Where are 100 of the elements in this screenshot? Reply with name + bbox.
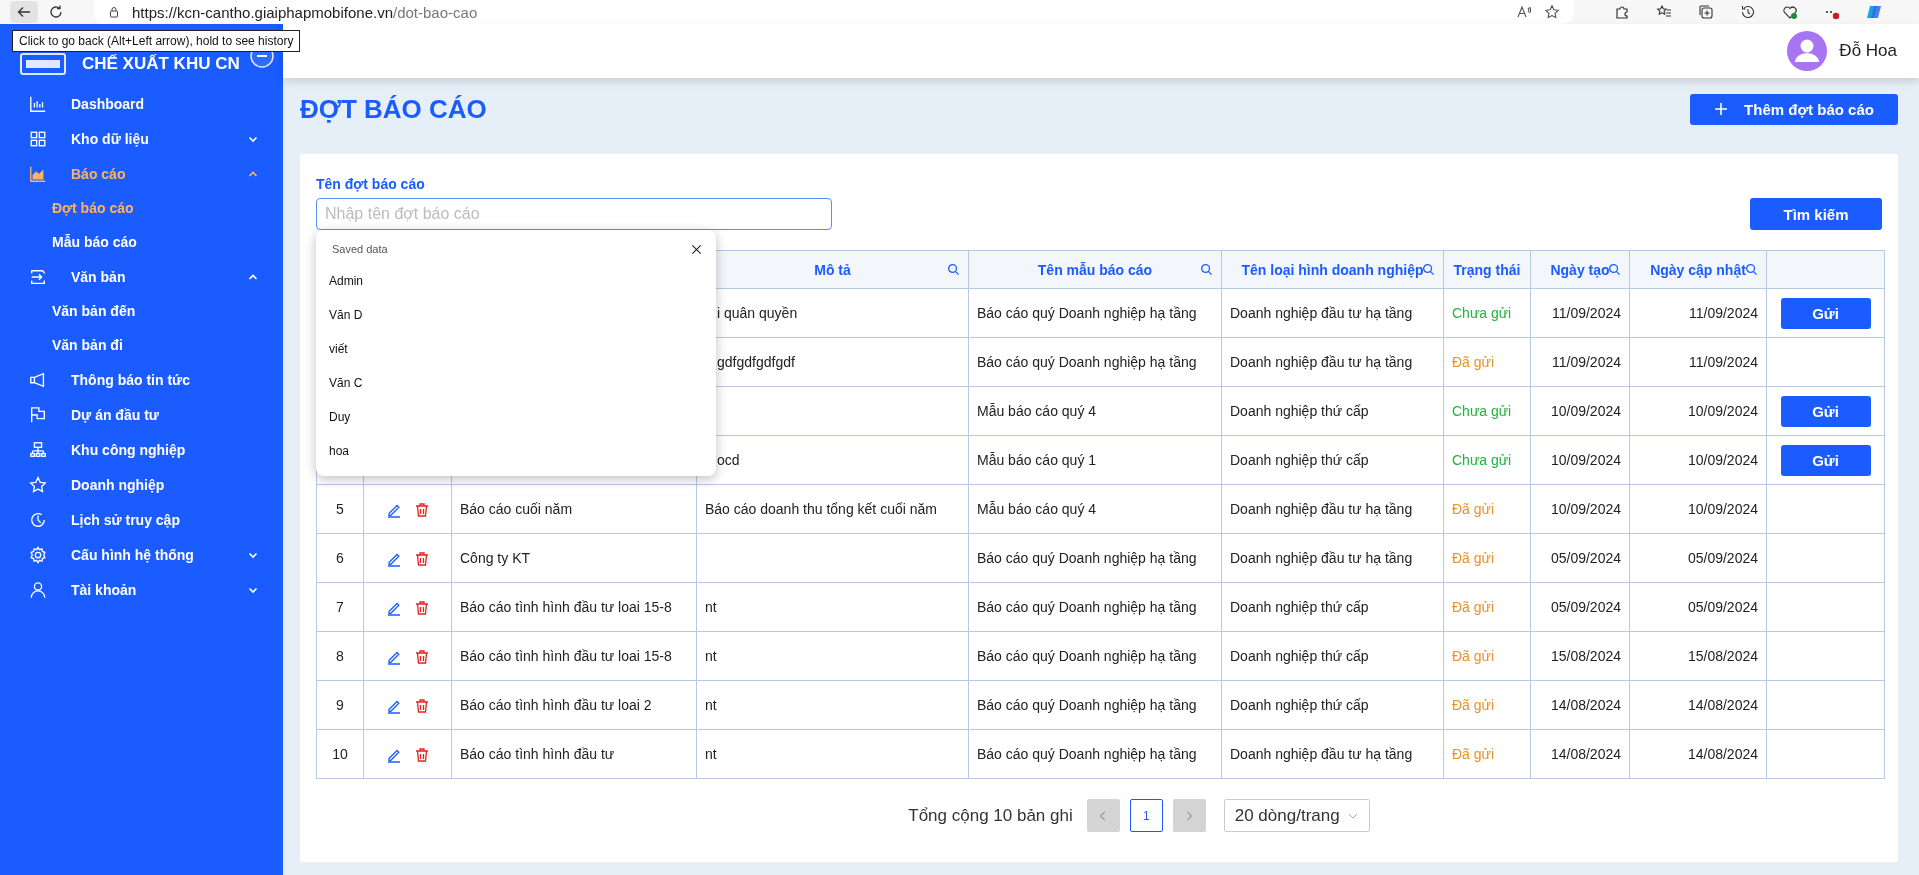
status-cell: Chưa gửi — [1443, 288, 1531, 338]
send-button[interactable]: Gửi — [1780, 395, 1871, 427]
table-cell: 05/09/2024 — [1530, 533, 1630, 583]
sidebar-item[interactable]: Dự án đầu tư — [0, 397, 283, 432]
field-label: Tên đợt báo cáo — [316, 176, 426, 192]
table-cell: Doanh nghiệp đầu tư hạ tầng — [1221, 533, 1444, 583]
table-cell: 7 — [316, 582, 364, 632]
table-cell: 10/09/2024 — [1530, 484, 1630, 534]
sidebar-item[interactable]: Cấu hình hệ thống — [0, 537, 283, 572]
table-cell: nt — [696, 729, 969, 779]
table-cell: 11/09/2024 — [1530, 288, 1630, 338]
puzzle-icon[interactable] — [1614, 4, 1630, 20]
table-cell: Báo cáo quý Doanh nghiệp hạ tầng — [968, 337, 1222, 387]
sidebar-item[interactable]: Khu công nghiệp — [0, 432, 283, 467]
tooltip: Click to go back (Alt+Left arrow), hold to see history — [12, 30, 301, 52]
sidebar-item[interactable]: Dashboard — [0, 86, 283, 121]
area-chart-icon — [29, 164, 47, 183]
status-cell: Đã gửi — [1443, 680, 1531, 730]
sidebar-subitem[interactable]: Đợt báo cáo — [0, 191, 283, 225]
table-cell: Doanh nghiệp thứ cấp — [1221, 631, 1444, 681]
search-icon[interactable] — [1422, 263, 1435, 276]
delete-icon[interactable] — [413, 648, 430, 665]
table-cell: Doanh nghiệp đầu tư hạ tầng — [1221, 337, 1444, 387]
add-button[interactable]: Thêm đợt báo cáo — [1690, 93, 1898, 125]
search-button[interactable]: Tìm kiếm — [1750, 198, 1882, 230]
search-icon[interactable] — [947, 263, 960, 276]
table-cell: Doanh nghiệp đầu tư hạ tầng — [1221, 729, 1444, 779]
table-cell: Báo cáo quý Doanh nghiệp hạ tầng — [968, 288, 1222, 338]
table-cell: 15/08/2024 — [1530, 631, 1630, 681]
sidebar-subitem[interactable]: Mẫu báo cáo — [0, 225, 283, 259]
back-icon[interactable] — [10, 1, 38, 23]
input-field[interactable]: Nhập tên đợt báo cáo — [316, 198, 832, 230]
sidebar-item[interactable]: Tài khoản — [0, 572, 283, 607]
sidebar-item[interactable]: Kho dữ liệu — [0, 121, 283, 156]
sidebar-subitem[interactable]: Văn bản đi — [0, 328, 283, 362]
table-cell: 5 — [316, 484, 364, 534]
table-cell: 6 — [316, 533, 364, 583]
search-icon[interactable] — [1608, 263, 1621, 276]
column-header: Trạng thái — [1443, 250, 1531, 289]
delete-icon[interactable] — [413, 697, 430, 714]
table-cell: Báo cáo cuối năm — [451, 484, 697, 534]
column-header: Tên loại hình doanh nghiệp — [1221, 250, 1444, 289]
table-cell: Doanh nghiệp thứ cấp — [1221, 386, 1444, 436]
close-icon[interactable] — [691, 243, 702, 255]
table-cell: 05/09/2024 — [1629, 533, 1767, 583]
page-size-select[interactable]: 20 dòng/trang — [1223, 799, 1370, 832]
table-cell: Mẫu báo cáo quý 4 — [968, 484, 1222, 534]
favorites-icon[interactable] — [1656, 4, 1672, 20]
table-cell: 14/08/2024 — [1629, 729, 1767, 779]
table-cell: 9 — [316, 680, 364, 730]
table-cell: 10/09/2024 — [1629, 386, 1767, 436]
read-aloud-icon[interactable] — [1516, 4, 1532, 20]
reload-icon[interactable] — [48, 4, 64, 20]
table-cell: 11/09/2024 — [1629, 288, 1767, 338]
sidebar-item[interactable]: Báo cáo — [0, 156, 283, 191]
sidebar-item[interactable]: Thông báo tin tức — [0, 362, 283, 397]
address-field[interactable]: https://kcn-cantho.giaiphapmobifone.vn/dot-bao-cao — [94, 0, 1574, 24]
table-cell: nt — [696, 680, 969, 730]
plus-icon — [1714, 102, 1729, 116]
heart-pulse-icon[interactable] — [1782, 4, 1798, 20]
menu-title: Saved data — [332, 243, 388, 255]
status-cell: Đã gửi — [1443, 484, 1531, 534]
history-icon[interactable] — [1740, 4, 1756, 20]
table-cell: Báo cáo quý Doanh nghiệp hạ tầng — [968, 533, 1222, 583]
table-cell: Báo cáo tình hình đầu tư loai 15-8 — [451, 582, 697, 632]
status-cell: Chưa gửi — [1443, 435, 1531, 485]
table-cell: Báo cáo quý Doanh nghiệp hạ tầng — [968, 729, 1222, 779]
delete-icon[interactable] — [413, 746, 430, 763]
sidebar-item[interactable]: Lịch sử truy cập — [0, 502, 283, 537]
table-cell: 11/09/2024 — [1629, 337, 1767, 387]
sidebar-item[interactable]: Văn bản — [0, 259, 283, 294]
table-cell: 10/09/2024 — [1629, 484, 1767, 534]
copilot-icon[interactable] — [1866, 4, 1882, 20]
collections-icon[interactable] — [1698, 4, 1714, 20]
table-cell: Doanh nghiệp đầu tư hạ tầng — [1221, 288, 1444, 338]
menu-item[interactable]: Duy — [316, 400, 716, 434]
send-button[interactable]: Gửi — [1780, 444, 1871, 476]
sidebar-subitem[interactable]: Văn bản đến — [0, 294, 283, 328]
url-text: https://kcn-cantho.giaiphapmobifone.vn/dot-bao-cao — [132, 3, 478, 21]
table-cell: Báo cáo tình hình đầu tư — [451, 729, 697, 779]
table-cell: 14/08/2024 — [1530, 680, 1630, 730]
user-name[interactable]: Đỗ Hoa — [1839, 41, 1897, 61]
star-icon[interactable] — [1544, 4, 1560, 20]
search-icon[interactable] — [1745, 263, 1758, 276]
table-cell: Báo cáo quý Doanh nghiệp hạ tầng — [968, 680, 1222, 730]
search-icon[interactable] — [1200, 263, 1213, 276]
avatar-icon[interactable] — [1787, 31, 1828, 71]
send-button[interactable]: Gửi — [1780, 297, 1871, 329]
page-button[interactable]: 1 — [1129, 799, 1163, 832]
sidebar-item[interactable]: Doanh nghiệp — [0, 467, 283, 502]
table-cell: Mẫu báo cáo quý 1 — [968, 435, 1222, 485]
status-cell: Đã gửi — [1443, 631, 1531, 681]
delete-icon[interactable] — [413, 599, 430, 616]
table-cell: Báo cáo quý Doanh nghiệp hạ tầng — [968, 582, 1222, 632]
delete-icon[interactable] — [413, 550, 430, 567]
table-cell: 8 — [316, 631, 364, 681]
column-header: Ngày tạo — [1530, 250, 1630, 289]
delete-icon[interactable] — [413, 501, 430, 518]
table-cell: Báo cáo quý Doanh nghiệp hạ tầng — [968, 631, 1222, 681]
table-cell: Công ty KT — [451, 533, 697, 583]
